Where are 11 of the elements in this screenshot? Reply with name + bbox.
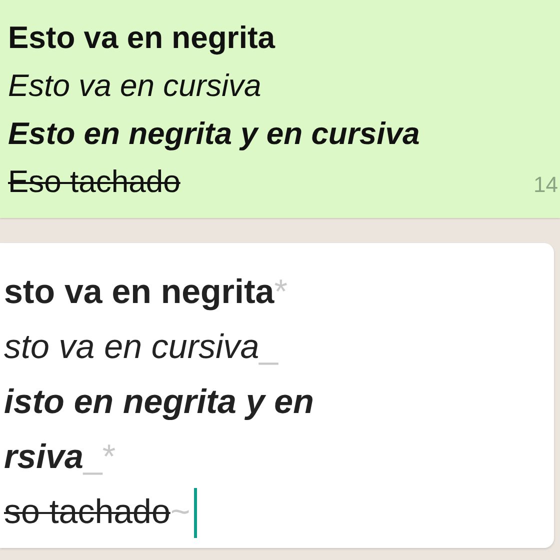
input-text-line: so tachado~ [0, 485, 198, 540]
message-line: Esto va en negrita [8, 19, 276, 57]
message-line: Esto en negrita y en cursiva [8, 115, 420, 153]
message-line: Eso tachado [8, 163, 180, 201]
input-text-line: sto va en cursiva_ [3, 327, 278, 368]
input-text-line: rsiva_* [3, 437, 116, 478]
message-line: Esto va en cursiva [8, 67, 262, 105]
message-input-field[interactable]: sto va en negrita* sto va en cursiva_ isto en negrita y en rsiva_* so tachado~ [0, 243, 554, 548]
input-text-line: isto en negrita y en [3, 382, 314, 423]
input-text-line: sto va en negrita* [3, 272, 288, 313]
message-time: 14 [534, 172, 558, 198]
